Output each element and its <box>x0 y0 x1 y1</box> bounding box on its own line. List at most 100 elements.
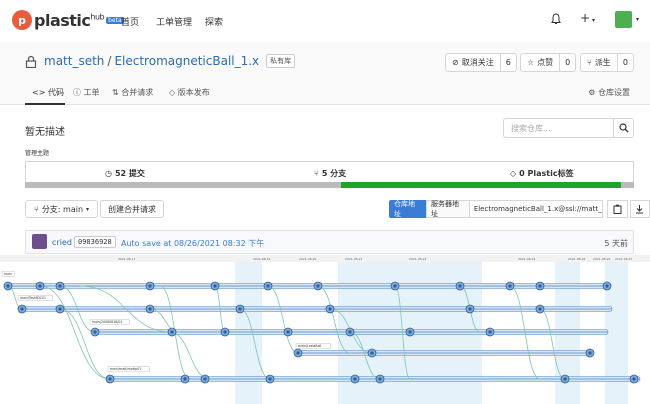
nav-home[interactable]: 首页 <box>121 15 139 28</box>
commit-node-center <box>223 330 227 334</box>
commit-node-center <box>488 330 492 334</box>
nav-work-orders[interactable]: 工单管理 <box>156 15 192 28</box>
date-label: 2021-08-19 <box>253 257 271 261</box>
branch-dropdown[interactable]: ⑂ 分支: main ▾ <box>25 200 99 218</box>
star-button[interactable]: ☆ 点赞 0 <box>520 53 577 72</box>
download-icon <box>636 205 644 214</box>
fork-count[interactable]: 0 <box>618 58 633 67</box>
branch-explorer-graph[interactable]: 2021-08-17 2021-08-19 2021-08-20 2021-08-21… <box>0 255 650 404</box>
tab-issues[interactable]: ⓘ 工单 <box>73 87 100 98</box>
commit-time: 5 天前 <box>604 239 628 248</box>
active-tab-indicator <box>25 103 65 105</box>
commit-node-center <box>108 377 112 381</box>
commit-author[interactable]: cried <box>52 238 72 247</box>
repo-owner-link[interactable]: matt_seth <box>44 54 104 68</box>
commit-node-center <box>538 307 542 311</box>
repo-search-input[interactable]: 搜索仓库... <box>503 118 613 138</box>
fork-icon: ⑂ <box>587 58 592 67</box>
chevron-down-icon[interactable]: ▾ <box>636 16 639 23</box>
date-label: 2021-08-17 <box>118 257 136 261</box>
manage-topics-link[interactable]: 管理主题 <box>25 148 49 157</box>
branch-icon: ⑂ <box>34 204 39 214</box>
star-label: 点赞 <box>537 58 554 67</box>
fork-label: 派生 <box>594 58 611 67</box>
commit-node-center <box>148 284 152 288</box>
commit-node-center <box>408 330 412 334</box>
star-count[interactable]: 0 <box>560 58 575 67</box>
plastic-hub-logo[interactable]: p plastichub beta <box>12 10 124 30</box>
clone-panel: 仓库地址 服务器地址 ElectromagneticBall_1.x@ssl:/… <box>389 200 650 218</box>
commit-author-avatar[interactable] <box>32 234 47 249</box>
commit-node-center <box>238 307 242 311</box>
repo-path-separator: / <box>107 54 112 68</box>
unwatch-button[interactable]: ⊘ 取消关注 6 <box>445 53 517 72</box>
search-button[interactable] <box>613 118 634 138</box>
branch-label: main/LexiaBall <box>298 344 321 348</box>
copy-button[interactable] <box>607 200 628 218</box>
commit-node-center <box>286 330 290 334</box>
commit-node-center <box>20 307 24 311</box>
commit-node-center <box>538 284 542 288</box>
branch-label: main/20080818/01 <box>92 320 122 324</box>
commits-stat[interactable]: ◷ 52 提交 <box>105 168 145 179</box>
create-new-button[interactable]: + ▾ <box>580 11 595 25</box>
commit-node-center <box>268 377 272 381</box>
plus-icon: + <box>580 11 591 25</box>
tab-pull-requests[interactable]: ⇅ 合并请求 <box>112 87 153 98</box>
commit-node-center <box>458 284 462 288</box>
commit-node-center <box>213 284 217 288</box>
tag-icon: ◇ <box>169 88 176 97</box>
branch-graph-canvas[interactable]: 2021-08-17 2021-08-19 2021-08-20 2021-08-21… <box>0 255 650 404</box>
repo-name-link[interactable]: ElectromagneticBall_1.x <box>114 54 259 68</box>
merge-link <box>267 285 299 354</box>
language-progress-bar <box>25 182 634 188</box>
user-avatar[interactable] <box>615 11 632 28</box>
commit-node-center <box>605 284 609 288</box>
date-label: 2021-08-25 <box>568 257 586 261</box>
commit-node-center <box>58 284 62 288</box>
fork-button[interactable]: ⑂ 派生 0 <box>580 53 634 72</box>
unwatch-label: 取消关注 <box>461 58 494 67</box>
nav-explore[interactable]: 探索 <box>205 15 223 28</box>
tab-code[interactable]: <> 代码 <box>32 87 64 98</box>
settings-label: 仓库设置 <box>598 88 630 97</box>
commit-node-center <box>266 284 270 288</box>
clipboard-icon <box>613 204 622 214</box>
date-label: 2021-08-27 <box>615 257 633 261</box>
private-badge: 私有库 <box>266 54 296 68</box>
tab-releases[interactable]: ◇ 版本发布 <box>169 87 210 98</box>
commit-node-center <box>203 377 207 381</box>
branches-stat[interactable]: ⑂ 5 分支 <box>314 168 346 179</box>
date-label: 2021-08-22 <box>409 257 427 261</box>
chevron-down-icon: ▾ <box>86 205 90 213</box>
eye-slash-icon: ⊘ <box>452 58 459 67</box>
bell-icon[interactable] <box>551 13 561 25</box>
new-pull-request-button[interactable]: 创建合并请求 <box>100 200 164 218</box>
logo-name: plastic <box>34 10 91 30</box>
day-band <box>605 259 628 404</box>
commit-node-center <box>393 284 397 288</box>
search-icon <box>618 123 628 133</box>
commit-node-center <box>370 351 374 355</box>
commit-node-center <box>38 284 42 288</box>
watch-count[interactable]: 6 <box>501 58 516 67</box>
pull-request-icon: ⇅ <box>112 88 119 97</box>
download-button[interactable] <box>629 200 650 218</box>
commit-node-center <box>348 330 352 334</box>
commit-message[interactable]: Auto save at 08/26/2021 08:32 下午 <box>121 238 264 249</box>
tab-issues-label: 工单 <box>83 88 100 97</box>
repo-settings-link[interactable]: ⚙ 仓库设置 <box>588 87 630 98</box>
clone-url-field[interactable]: ElectromagneticBall_1.x@ssl://matt_seth@ <box>469 200 604 218</box>
chevron-down-icon: ▾ <box>590 17 595 24</box>
commit-hash[interactable]: 09836928 <box>74 236 116 248</box>
tab-code-label: 代码 <box>47 88 64 97</box>
commit-node-center <box>632 377 636 381</box>
branches-count: 5 分支 <box>321 169 347 178</box>
server-url-button[interactable]: 服务器地址 <box>426 200 470 218</box>
settings-icon: ⚙ <box>588 88 596 97</box>
commit-node-center <box>170 330 174 334</box>
tab-pulls-label: 合并请求 <box>121 88 154 97</box>
date-label: 2021-08-20 <box>299 257 317 261</box>
repo-url-button[interactable]: 仓库地址 <box>389 200 427 218</box>
labels-stat[interactable]: ◇ 0 Plastic标签 <box>510 168 574 179</box>
